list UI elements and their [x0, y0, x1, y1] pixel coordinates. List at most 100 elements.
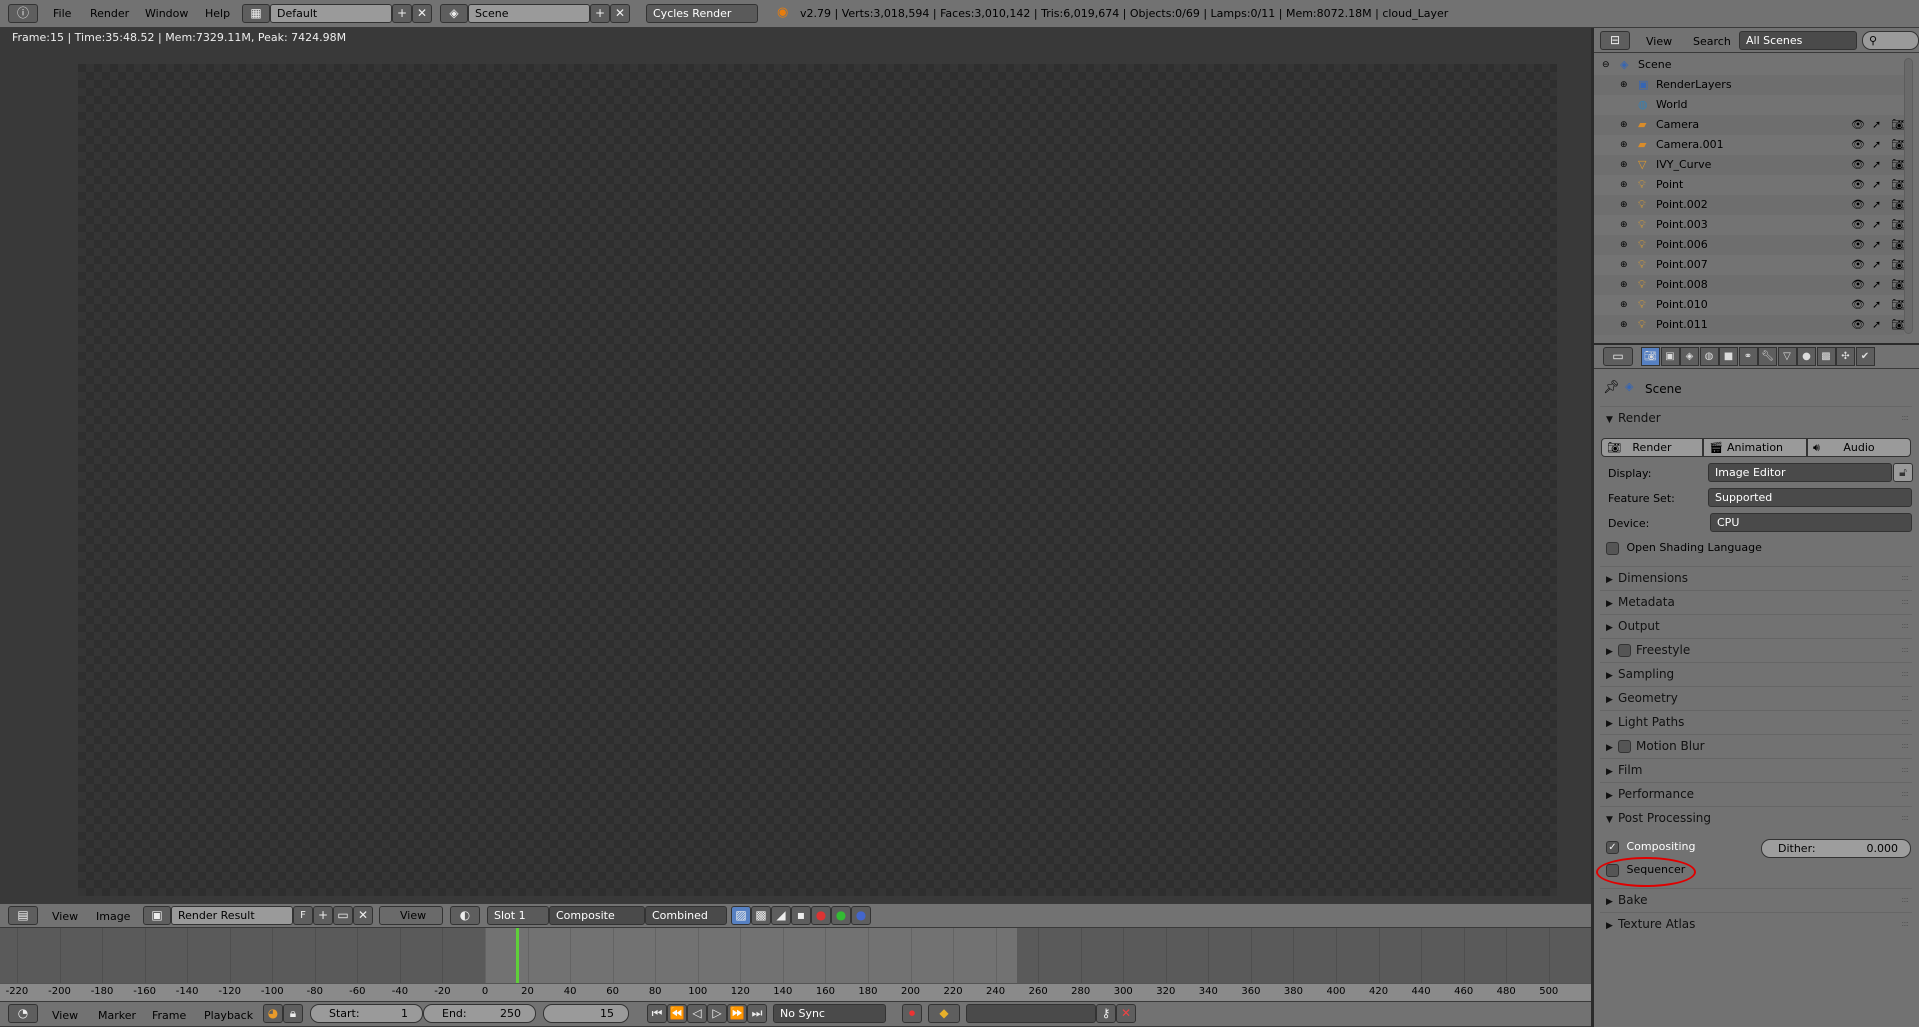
- red-channel-icon[interactable]: ●: [811, 906, 831, 925]
- outliner-item-name[interactable]: Point.006: [1656, 235, 1708, 255]
- outliner-item-name[interactable]: World: [1656, 95, 1688, 115]
- outliner-item[interactable]: ⊖ ◈ Scene: [1594, 55, 1904, 75]
- outliner-item[interactable]: ⊕ 💡︎ Point.002 👁︎ ➚ 📷︎: [1594, 195, 1905, 215]
- visibility-eye-icon[interactable]: 👁︎: [1851, 155, 1865, 175]
- menu-render[interactable]: Render: [90, 7, 129, 20]
- visibility-eye-icon[interactable]: 👁︎: [1851, 255, 1865, 275]
- selectable-cursor-icon[interactable]: ➚: [1872, 115, 1881, 135]
- renderable-camera-icon[interactable]: 📷︎: [1891, 215, 1905, 235]
- outliner-item[interactable]: ⊕ ▽ IVY_Curve 👁︎ ➚ 📷︎: [1594, 155, 1905, 175]
- image-name-field[interactable]: Render Result: [171, 906, 293, 925]
- preview-range-icon[interactable]: ◕: [263, 1004, 283, 1023]
- renderable-camera-icon[interactable]: 📷︎: [1891, 195, 1905, 215]
- display-zbuffer-icon[interactable]: ◢: [771, 906, 791, 925]
- outliner-item[interactable]: ⊕ 💡︎ Point.007 👁︎ ➚ 📷︎: [1594, 255, 1905, 275]
- outliner-item[interactable]: ⊕ ▣ RenderLayers: [1594, 75, 1904, 95]
- lock-interface-icon[interactable]: 🔓︎: [1893, 463, 1913, 482]
- renderable-camera-icon[interactable]: 📷︎: [1891, 175, 1905, 195]
- lock-range-icon[interactable]: 🔒︎: [283, 1004, 303, 1023]
- display-alpha-icon[interactable]: ▩: [751, 906, 771, 925]
- drag-grip-icon[interactable]: ::::: [1901, 783, 1909, 805]
- scene-tab-icon[interactable]: ◈: [1680, 347, 1699, 366]
- outliner-item-name[interactable]: Camera: [1656, 115, 1699, 135]
- outliner-item-name[interactable]: RenderLayers: [1656, 75, 1732, 95]
- delete-keyframe-icon[interactable]: ✕: [1116, 1004, 1136, 1023]
- jump-start-icon[interactable]: ⏮: [647, 1004, 667, 1023]
- blue-channel-icon[interactable]: ●: [851, 906, 871, 925]
- renderable-camera-icon[interactable]: 📷︎: [1891, 135, 1905, 155]
- constraints-tab-icon[interactable]: ⚭: [1738, 347, 1758, 366]
- device-dropdown[interactable]: CPU: [1710, 513, 1912, 532]
- drag-grip-icon[interactable]: ::::: [1901, 591, 1909, 613]
- drag-grip-icon[interactable]: ::::: [1901, 735, 1909, 757]
- insert-keyframe-icon[interactable]: ⚷: [1096, 1004, 1116, 1023]
- selectable-cursor-icon[interactable]: ➚: [1872, 255, 1881, 275]
- keying-set-field[interactable]: [966, 1004, 1096, 1023]
- remove-scene-button[interactable]: ✕: [610, 4, 630, 23]
- view-mode-dropdown[interactable]: View: [379, 906, 443, 925]
- sync-dropdown[interactable]: No Sync: [773, 1004, 886, 1023]
- outliner-scrollbar[interactable]: [1904, 58, 1913, 334]
- renderable-camera-icon[interactable]: 📷︎: [1891, 275, 1905, 295]
- renderable-camera-icon[interactable]: 📷︎: [1891, 235, 1905, 255]
- drag-grip-icon[interactable]: ::::: [1901, 889, 1909, 911]
- remove-layout-button[interactable]: ✕: [412, 4, 432, 23]
- menu-playback[interactable]: Playback: [204, 1009, 253, 1022]
- drag-grip-icon[interactable]: ::::: [1901, 407, 1909, 429]
- drag-grip-icon[interactable]: ::::: [1901, 807, 1909, 829]
- outliner-item-name[interactable]: Point.010: [1656, 295, 1708, 315]
- start-frame-field[interactable]: Start: 1: [310, 1004, 423, 1023]
- outliner-item-name[interactable]: Point.008: [1656, 275, 1708, 295]
- scene-selector[interactable]: Scene: [468, 4, 590, 23]
- panel-metadata[interactable]: ▶ Metadata::::: [1600, 590, 1912, 613]
- modifiers-tab-icon[interactable]: 🔧︎: [1758, 347, 1777, 366]
- outliner-editor-type-icon[interactable]: ⊟: [1600, 31, 1630, 50]
- visibility-eye-icon[interactable]: 👁︎: [1851, 235, 1865, 255]
- layout-icon[interactable]: ▦: [242, 4, 270, 23]
- display-color-alpha-icon[interactable]: ▨: [731, 906, 751, 925]
- visibility-eye-icon[interactable]: 👁︎: [1851, 215, 1865, 235]
- world-tab-icon[interactable]: ◍: [1699, 347, 1719, 366]
- osl-checkbox[interactable]: Open Shading Language: [1606, 541, 1762, 555]
- menu-view[interactable]: View: [1646, 35, 1672, 48]
- render-tab-icon[interactable]: 📷︎: [1641, 347, 1660, 366]
- panel-output[interactable]: ▶ Output::::: [1600, 614, 1912, 637]
- object-tab-icon[interactable]: ■: [1719, 347, 1738, 366]
- outliner-item-name[interactable]: Point.011: [1656, 315, 1708, 335]
- expand-icon[interactable]: ⊕: [1620, 255, 1628, 275]
- menu-search[interactable]: Search: [1693, 35, 1731, 48]
- expand-icon[interactable]: ⊕: [1620, 195, 1628, 215]
- checkbox-icon[interactable]: [1618, 644, 1631, 657]
- selectable-cursor-icon[interactable]: ➚: [1872, 195, 1881, 215]
- render-pass-dropdown[interactable]: Combined: [645, 906, 727, 925]
- outliner-item[interactable]: ⊕ 💡︎ Point.006 👁︎ ➚ 📷︎: [1594, 235, 1905, 255]
- expand-icon[interactable]: ⊕: [1620, 315, 1628, 335]
- pin-icon[interactable]: 📌︎: [1603, 380, 1620, 395]
- green-channel-icon[interactable]: ●: [831, 906, 851, 925]
- image-editor-type-icon[interactable]: ▤: [8, 906, 38, 925]
- selectable-cursor-icon[interactable]: ➚: [1872, 235, 1881, 255]
- display-color-icon[interactable]: ▪: [791, 906, 811, 925]
- timeline-editor-type-icon[interactable]: ◔: [8, 1004, 38, 1023]
- expand-icon[interactable]: ⊕: [1620, 275, 1628, 295]
- outliner-item-name[interactable]: Camera.001: [1656, 135, 1724, 155]
- panel-bake[interactable]: ▶ Bake::::: [1600, 888, 1912, 911]
- drag-grip-icon[interactable]: ::::: [1901, 759, 1909, 781]
- record-icon[interactable]: ⏺: [902, 1004, 922, 1023]
- drag-grip-icon[interactable]: ::::: [1901, 687, 1909, 709]
- end-frame-field[interactable]: End: 250: [423, 1004, 536, 1023]
- checkbox-icon[interactable]: [1618, 740, 1631, 753]
- renderable-camera-icon[interactable]: 📷︎: [1891, 255, 1905, 275]
- outliner-item[interactable]: ⊕ 💡︎ Point 👁︎ ➚ 📷︎: [1594, 175, 1905, 195]
- expand-icon[interactable]: ⊕: [1620, 215, 1628, 235]
- slot-dropdown[interactable]: Slot 1: [487, 906, 549, 925]
- panel-geometry[interactable]: ▶ Geometry::::: [1600, 686, 1912, 709]
- particles-tab-icon[interactable]: ✣: [1836, 347, 1855, 366]
- fake-user-button[interactable]: F: [293, 906, 313, 925]
- add-scene-button[interactable]: +: [590, 4, 610, 23]
- expand-icon[interactable]: ⊕: [1620, 235, 1628, 255]
- outliner-item[interactable]: ⊕ ▰ Camera.001 👁︎ ➚ 📷︎: [1594, 135, 1905, 155]
- expand-icon[interactable]: ⊕: [1620, 295, 1628, 315]
- outliner-item-name[interactable]: IVY_Curve: [1656, 155, 1711, 175]
- render-layer-dropdown[interactable]: Composite: [549, 906, 645, 925]
